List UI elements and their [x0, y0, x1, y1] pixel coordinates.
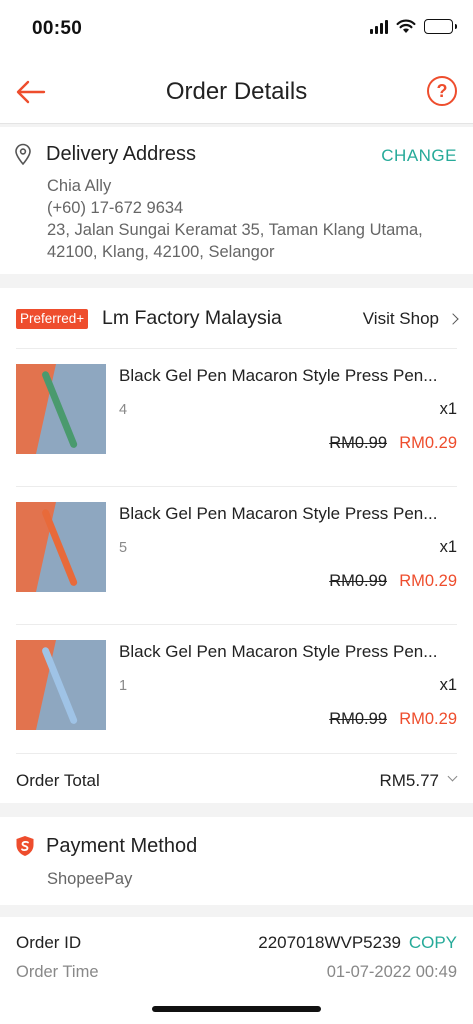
visit-shop-button[interactable]: Visit Shop — [362, 309, 459, 329]
delivery-address-section: Delivery Address CHANGE Chia Ally (+60) … — [0, 127, 473, 274]
status-time: 00:50 — [32, 18, 83, 39]
payment-method-title: Payment Method — [46, 835, 198, 857]
status-icons — [370, 19, 457, 34]
preferred-plus-badge: Preferred+ — [16, 309, 89, 329]
item-title: Black Gel Pen Macaron Style Press Pen... — [119, 366, 438, 385]
delivery-address-title: Delivery Address — [46, 143, 197, 165]
item-sale-price: RM0.29 — [399, 434, 457, 452]
signal-icon — [370, 19, 388, 34]
item-title: Black Gel Pen Macaron Style Press Pen... — [119, 642, 438, 661]
wifi-icon — [396, 19, 416, 33]
address-line-1: 23, Jalan Sungai Keramat 35, Taman Klang… — [47, 221, 423, 239]
chevron-down-icon[interactable] — [447, 771, 458, 782]
change-address-button[interactable]: CHANGE — [381, 146, 457, 166]
divider — [16, 753, 457, 754]
pen-shape — [42, 647, 78, 724]
order-total-value: RM5.77 — [379, 771, 439, 790]
shield-icon — [16, 836, 34, 856]
order-item[interactable]: Black Gel Pen Macaron Style Press Pen...… — [0, 624, 473, 762]
order-item[interactable]: Black Gel Pen Macaron Style Press Pen...… — [0, 486, 473, 624]
shop-name[interactable]: Lm Factory Malaysia — [102, 307, 282, 330]
order-item[interactable]: Black Gel Pen Macaron Style Press Pen...… — [0, 348, 473, 486]
item-variant: 1 — [119, 678, 128, 694]
pen-shape — [42, 371, 78, 448]
product-thumbnail — [16, 640, 106, 730]
item-title: Black Gel Pen Macaron Style Press Pen... — [119, 504, 438, 523]
location-pin-icon — [15, 143, 31, 165]
order-total-label: Order Total — [16, 771, 100, 790]
copy-order-id-button[interactable]: COPY — [409, 933, 457, 953]
shop-header: Preferred+ Lm Factory Malaysia Visit Sho… — [0, 288, 473, 348]
address-line-2: 42100, Klang, 42100, Selangor — [47, 243, 275, 261]
payment-method-value: ShopeePay — [47, 870, 133, 888]
question-circle-icon[interactable]: ? — [427, 76, 457, 106]
divider — [16, 348, 457, 349]
chevron-right-icon — [447, 313, 459, 325]
order-time-value: 01-07-2022 00:49 — [326, 963, 457, 981]
order-time-label: Order Time — [16, 963, 99, 981]
item-original-price: RM0.99 — [329, 710, 387, 728]
page-title: Order Details — [165, 78, 308, 105]
order-total-row[interactable]: Order Total RM5.77 — [0, 753, 473, 803]
divider — [16, 624, 457, 625]
battery-icon — [424, 19, 457, 34]
item-original-price: RM0.99 — [329, 572, 387, 590]
item-original-price: RM0.99 — [329, 434, 387, 452]
item-quantity: x1 — [439, 538, 457, 556]
item-variant: 5 — [119, 540, 128, 556]
item-quantity: x1 — [439, 400, 457, 418]
shop-section: Preferred+ Lm Factory Malaysia Visit Sho… — [0, 288, 473, 803]
recipient-name: Chia Ally — [47, 177, 112, 195]
order-id-value: 2207018WVP5239 — [258, 933, 401, 952]
item-sale-price: RM0.29 — [399, 572, 457, 590]
home-indicator[interactable] — [152, 1006, 321, 1012]
item-variant: 4 — [119, 402, 128, 418]
divider — [16, 486, 457, 487]
product-thumbnail — [16, 502, 106, 592]
product-thumbnail — [16, 364, 106, 454]
header: Order Details ? — [0, 58, 473, 124]
item-quantity: x1 — [439, 676, 457, 694]
pen-shape — [42, 509, 78, 586]
status-bar: 00:50 — [0, 0, 473, 58]
order-id-label: Order ID — [16, 933, 82, 952]
item-sale-price: RM0.29 — [399, 710, 457, 728]
payment-method-section: Payment Method ShopeePay — [0, 817, 473, 905]
visit-shop-label: Visit Shop — [362, 309, 439, 328]
recipient-phone: (+60) 17-672 9634 — [47, 199, 184, 217]
